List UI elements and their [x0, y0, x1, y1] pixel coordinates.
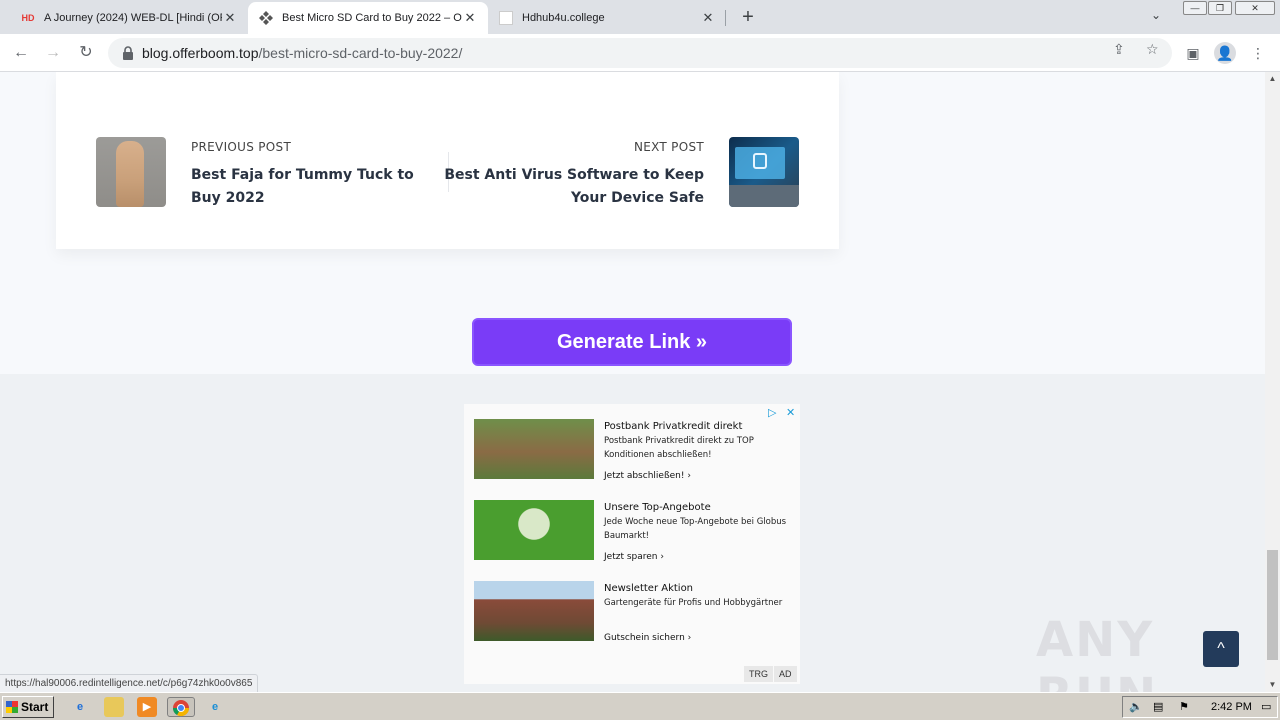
- post-navigation: PREVIOUS POST Best Faja for Tummy Tuck t…: [56, 72, 839, 249]
- url-text: blog.offerboom.top/best-micro-sd-card-to…: [142, 45, 462, 61]
- windows-logo-icon: [6, 701, 18, 713]
- close-tab-icon[interactable]: ✕: [700, 10, 716, 26]
- tab-hdhub4u[interactable]: Hdhub4u.college ✕: [488, 2, 726, 34]
- side-panel-icon[interactable]: ▣: [1182, 42, 1204, 64]
- previous-post-label: PREVIOUS POST: [191, 140, 292, 154]
- previous-post-title-line2: Buy 2022: [191, 190, 265, 206]
- ad-description: Jede Woche neue Top-Angebote bei Globus …: [604, 517, 787, 541]
- start-button[interactable]: Start: [2, 696, 54, 718]
- ad-item-globus[interactable]: Unsere Top-Angebote Jede Woche neue Top-…: [474, 500, 794, 562]
- ad-item-postbank[interactable]: Postbank Privatkredit direkt Postbank Pr…: [474, 419, 794, 481]
- start-label: Start: [21, 700, 49, 714]
- previous-post-thumbnail[interactable]: [96, 137, 166, 207]
- ad-description: Gartengeräte für Profis und Hobbygärtner: [604, 598, 783, 608]
- next-post-title-line1: Best Anti Virus Software to Keep: [444, 167, 704, 183]
- page-viewport: PREVIOUS POST Best Faja for Tummy Tuck t…: [0, 72, 1265, 692]
- back-arrow-icon[interactable]: ←: [10, 42, 32, 64]
- new-tab-button[interactable]: +: [736, 6, 760, 28]
- close-tab-icon[interactable]: ✕: [222, 10, 238, 26]
- previous-post-title[interactable]: Best Faja for Tummy Tuck to Buy 2022: [191, 164, 414, 210]
- tab-title: Best Micro SD Card to Buy 2022 – Of: [282, 12, 462, 24]
- ad-tag-trg: TRG: [744, 666, 773, 682]
- chrome-taskbar-button[interactable]: [167, 697, 195, 717]
- ad-cta[interactable]: Jetzt sparen ›: [604, 552, 664, 562]
- next-post-title-line2: Your Device Safe: [570, 190, 704, 206]
- windows-taskbar: Start e ▶ e 🔈 ▤ ⚑ 2:42 PM ▭: [0, 692, 1280, 720]
- url-host: blog.offerboom.top: [142, 45, 259, 61]
- next-post-label: NEXT POST: [633, 140, 704, 154]
- next-post-thumbnail[interactable]: [729, 137, 799, 207]
- site-favicon-icon: [258, 10, 274, 26]
- internet-explorer-icon[interactable]: e: [70, 697, 90, 717]
- minimize-window-icon[interactable]: —: [1183, 1, 1207, 15]
- system-tray: 🔈 ▤ ⚑ 2:42 PM ▭: [1122, 696, 1278, 718]
- lock-icon: [122, 46, 134, 60]
- taskbar-clock: 2:42 PM: [1211, 701, 1252, 713]
- volume-icon[interactable]: 🔈: [1129, 700, 1143, 713]
- url-path: /best-micro-sd-card-to-buy-2022/: [258, 45, 463, 61]
- blank-page-icon: [498, 10, 514, 26]
- reload-icon[interactable]: ↻: [75, 42, 97, 64]
- ad-image: [474, 581, 594, 641]
- ad-image: [474, 419, 594, 479]
- menu-kebab-icon[interactable]: ⋮: [1247, 42, 1269, 64]
- restore-window-icon[interactable]: ❐: [1208, 1, 1232, 15]
- ad-cta[interactable]: Jetzt abschließen! ›: [604, 471, 691, 481]
- scroll-down-icon[interactable]: ▼: [1265, 678, 1280, 692]
- ad-unit: ▷ ✕ Postbank Privatkredit direkt Postban…: [464, 404, 800, 684]
- folder-icon[interactable]: [104, 697, 124, 717]
- close-ad-icon[interactable]: ✕: [786, 406, 795, 419]
- browser-toolbar: ← → ↻ blog.offerboom.top/best-micro-sd-c…: [0, 34, 1280, 72]
- scrollbar-thumb[interactable]: [1267, 550, 1278, 660]
- forward-arrow-icon[interactable]: →: [42, 42, 64, 64]
- scroll-to-top-button[interactable]: ^: [1203, 631, 1239, 667]
- generate-link-button[interactable]: Generate Link »: [472, 318, 792, 366]
- ad-text: Unsere Top-Angebote Jede Woche neue Top-…: [604, 500, 794, 562]
- ad-headline: Newsletter Aktion: [604, 583, 694, 594]
- edge-icon[interactable]: e: [205, 697, 225, 717]
- network-icon[interactable]: ▤: [1153, 700, 1163, 713]
- hd-favicon-icon: HD: [21, 13, 35, 23]
- tab-search-chevron-icon[interactable]: ⌄: [1151, 8, 1161, 22]
- ad-tag-ad: AD: [774, 666, 797, 682]
- address-bar[interactable]: blog.offerboom.top/best-micro-sd-card-to…: [108, 38, 1172, 68]
- ad-description: Postbank Privatkredit direkt zu TOP Kond…: [604, 436, 754, 460]
- close-tab-icon[interactable]: ✕: [462, 10, 478, 26]
- ad-image: [474, 500, 594, 560]
- ad-text: Newsletter Aktion Gartengeräte für Profi…: [604, 581, 794, 643]
- bookmark-star-icon[interactable]: ☆: [1146, 41, 1159, 58]
- show-desktop-icon[interactable]: ▭: [1261, 700, 1271, 713]
- share-icon[interactable]: ⇪: [1113, 41, 1125, 58]
- ad-cta[interactable]: Gutschein sichern ›: [604, 633, 691, 643]
- status-bar-url: https://hal90006.redintelligence.net/c/p…: [0, 674, 259, 692]
- close-window-icon[interactable]: ✕: [1235, 1, 1275, 15]
- ad-item-newsletter[interactable]: Newsletter Aktion Gartengeräte für Profi…: [474, 581, 794, 643]
- tab-strip: HD A Journey (2024) WEB-DL [Hindi (ORG ✕…: [0, 0, 1280, 34]
- profile-avatar-icon[interactable]: 👤: [1214, 42, 1236, 64]
- tab-separator: [725, 10, 726, 26]
- scroll-up-icon[interactable]: ▲: [1265, 72, 1280, 86]
- next-post-title[interactable]: Best Anti Virus Software to Keep Your De…: [444, 164, 704, 210]
- ad-text: Postbank Privatkredit direkt Postbank Pr…: [604, 419, 794, 481]
- tab-hdhub-movie[interactable]: HD A Journey (2024) WEB-DL [Hindi (ORG ✕: [10, 2, 248, 34]
- adchoices-icon[interactable]: ▷: [768, 406, 776, 419]
- page-scrollbar[interactable]: ▲ ▼: [1265, 72, 1280, 692]
- tab-title: Hdhub4u.college: [522, 12, 605, 24]
- flag-icon[interactable]: ⚑: [1179, 700, 1189, 713]
- ad-headline: Postbank Privatkredit direkt: [604, 421, 743, 432]
- tab-offerboom[interactable]: Best Micro SD Card to Buy 2022 – Of ✕: [248, 2, 488, 34]
- tab-title: A Journey (2024) WEB-DL [Hindi (ORG: [44, 12, 222, 24]
- ad-headline: Unsere Top-Angebote: [604, 502, 711, 513]
- media-player-icon[interactable]: ▶: [137, 697, 157, 717]
- previous-post-title-line1: Best Faja for Tummy Tuck to: [191, 167, 414, 183]
